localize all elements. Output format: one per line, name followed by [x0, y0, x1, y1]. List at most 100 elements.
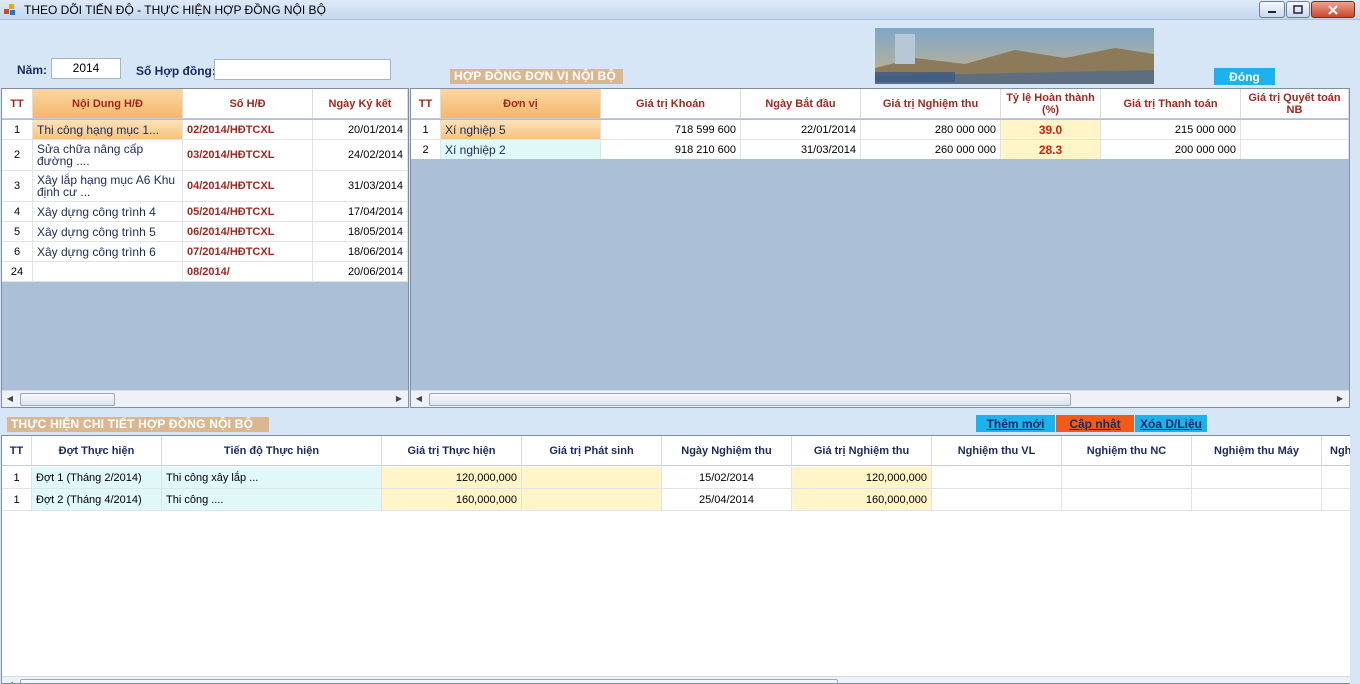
scroll-left-icon[interactable]: ◀	[5, 680, 15, 683]
column-header[interactable]: Tỷ lệ Hoàn thành (%)	[1001, 89, 1101, 119]
column-header[interactable]: Giá trị Khoán	[601, 89, 741, 119]
table-cell[interactable]: 03/2014/HĐTCXL	[183, 140, 313, 171]
table-cell[interactable]	[1062, 467, 1192, 489]
close-window-button[interactable]	[1311, 1, 1355, 18]
column-header[interactable]: Đơn vị	[441, 89, 601, 119]
table-cell[interactable]: 24/02/2014	[313, 140, 408, 171]
table-cell[interactable]: 28.3	[1001, 140, 1101, 160]
table-cell[interactable]: 22/01/2014	[741, 120, 861, 140]
scroll-right-icon[interactable]: ▶	[394, 394, 404, 404]
table-cell[interactable]: 08/2014/	[183, 262, 313, 282]
table-cell[interactable]: 5	[2, 222, 33, 242]
column-header[interactable]: Nghiệm thu NC	[1062, 436, 1192, 466]
scroll-thumb[interactable]	[429, 393, 1071, 406]
maximize-button[interactable]	[1286, 1, 1310, 18]
close-button[interactable]: Đóng	[1214, 68, 1275, 85]
column-header[interactable]: Nghiệm thu VL	[932, 436, 1062, 466]
table-cell[interactable]: Đợt 1 (Tháng 2/2014)	[32, 467, 162, 489]
table-cell[interactable]	[1062, 489, 1192, 511]
table-cell[interactable]: Đợt 2 (Tháng 4/2014)	[32, 489, 162, 511]
table-cell[interactable]: 160,000,000	[382, 489, 522, 511]
table-cell[interactable]: Xây dựng công trình 4	[33, 202, 183, 222]
table-cell[interactable]: Thi công xây lắp ...	[162, 467, 382, 489]
table-cell[interactable]: 39.0	[1001, 120, 1101, 140]
table-cell[interactable]: 160,000,000	[792, 489, 932, 511]
column-header[interactable]: TT	[2, 89, 33, 119]
table-cell[interactable]: 07/2014/HĐTCXL	[183, 242, 313, 262]
table-cell[interactable]: 20/06/2014	[313, 262, 408, 282]
table-cell[interactable]: Thi công ....	[162, 489, 382, 511]
table-cell[interactable]	[1241, 140, 1349, 160]
table-cell[interactable]: 31/03/2014	[313, 171, 408, 202]
table-cell[interactable]: 02/2014/HĐTCXL	[183, 120, 313, 140]
table-cell[interactable]: 2	[2, 140, 33, 171]
table-cell[interactable]: 280 000 000	[861, 120, 1001, 140]
table-cell[interactable]: 1	[2, 467, 32, 489]
contracts-hscrollbar[interactable]: ◀ ▶	[2, 390, 408, 407]
table-cell[interactable]: 1	[2, 489, 32, 511]
table-cell[interactable]: 200 000 000	[1101, 140, 1241, 160]
table-cell[interactable]: 17/04/2014	[313, 202, 408, 222]
table-cell[interactable]: Thi công hạng mục 1...	[33, 120, 183, 140]
table-cell[interactable]: 1	[2, 120, 33, 140]
table-cell[interactable]: 918 210 600	[601, 140, 741, 160]
table-cell[interactable]: 31/03/2014	[741, 140, 861, 160]
column-header[interactable]: Giá trị Nghiệm thu	[861, 89, 1001, 119]
year-input[interactable]: 2014	[51, 58, 121, 79]
scroll-left-icon[interactable]: ◀	[5, 394, 15, 404]
update-button[interactable]: Cập nhật	[1056, 415, 1134, 432]
table-cell[interactable]: Sửa chữa nâng cấp đường ....	[33, 140, 183, 171]
table-cell[interactable]: 06/2014/HĐTCXL	[183, 222, 313, 242]
delete-data-button[interactable]: Xóa D/Liệu	[1135, 415, 1207, 432]
table-cell[interactable]: Xây lắp hạng mục A6 Khu định cư ...	[33, 171, 183, 202]
table-cell[interactable]: 18/05/2014	[313, 222, 408, 242]
minimize-button[interactable]	[1259, 1, 1285, 18]
add-new-button[interactable]: Thêm mới	[976, 415, 1055, 432]
contract-number-input[interactable]	[214, 59, 391, 80]
column-header[interactable]: Giá trị Quyết toán NB	[1241, 89, 1349, 119]
column-header[interactable]: Giá trị Thực hiện	[382, 436, 522, 466]
table-cell[interactable]	[1322, 467, 1350, 489]
column-header[interactable]: Ngày Bắt đầu	[741, 89, 861, 119]
table-cell[interactable]: Xí nghiệp 5	[441, 120, 601, 140]
table-cell[interactable]	[1192, 489, 1322, 511]
table-cell[interactable]: 1	[411, 120, 441, 140]
column-header[interactable]: Đợt Thực hiện	[32, 436, 162, 466]
table-cell[interactable]	[1322, 489, 1350, 511]
table-cell[interactable]: 05/2014/HĐTCXL	[183, 202, 313, 222]
table-cell[interactable]: Xí nghiệp 2	[441, 140, 601, 160]
table-cell[interactable]: 2	[411, 140, 441, 160]
column-header[interactable]: Giá trị Nghiệm thu	[792, 436, 932, 466]
table-cell[interactable]: 120,000,000	[382, 467, 522, 489]
details-grid[interactable]: TT Đợt Thực hiện Tiến độ Thực hiện Giá trị …	[1, 435, 1350, 684]
scroll-thumb[interactable]	[20, 679, 838, 683]
table-cell[interactable]	[1192, 467, 1322, 489]
table-cell[interactable]	[522, 489, 662, 511]
details-hscrollbar[interactable]: ◀	[2, 676, 1350, 683]
table-cell[interactable]: Xây dựng công trình 5	[33, 222, 183, 242]
column-header[interactable]: TT	[2, 436, 32, 466]
column-header[interactable]: Nội Dung H/Đ	[33, 89, 183, 119]
contracts-grid[interactable]: TT Nội Dung H/Đ Số H/Đ Ngày Ký kết 1 Thi công…	[1, 88, 409, 408]
table-cell[interactable]: 04/2014/HĐTCXL	[183, 171, 313, 202]
scroll-right-icon[interactable]: ▶	[1335, 394, 1345, 404]
table-cell[interactable]: 3	[2, 171, 33, 202]
column-header[interactable]: Giá trị Phát sinh	[522, 436, 662, 466]
column-header[interactable]: Ngày Ký kết	[313, 89, 408, 119]
table-cell[interactable]: Xây dựng công trình 6	[33, 242, 183, 262]
column-header[interactable]: Giá trị Thanh toán	[1101, 89, 1241, 119]
units-grid[interactable]: TT Đơn vị Giá trị Khoán Ngày Bắt đầu Giá trị…	[410, 88, 1350, 408]
column-header[interactable]: Số H/Đ	[183, 89, 313, 119]
column-header[interactable]: Ngh	[1322, 436, 1350, 466]
table-cell[interactable]: 718 599 600	[601, 120, 741, 140]
table-cell[interactable]: 18/06/2014	[313, 242, 408, 262]
column-header[interactable]: Ngày Nghiệm thu	[662, 436, 792, 466]
column-header[interactable]: Tiến độ Thực hiện	[162, 436, 382, 466]
column-header[interactable]: Nghiệm thu Máy	[1192, 436, 1322, 466]
table-cell[interactable]: 25/04/2014	[662, 489, 792, 511]
table-cell[interactable]: 215 000 000	[1101, 120, 1241, 140]
table-cell[interactable]: 6	[2, 242, 33, 262]
table-cell[interactable]	[1241, 120, 1349, 140]
table-cell[interactable]	[932, 467, 1062, 489]
column-header[interactable]: TT	[411, 89, 441, 119]
